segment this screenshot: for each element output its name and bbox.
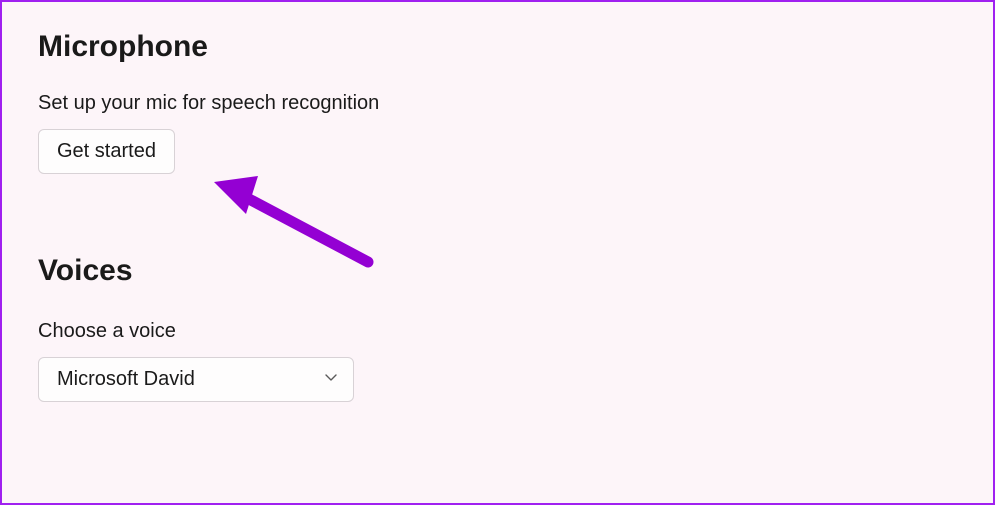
microphone-heading: Microphone (38, 30, 957, 64)
microphone-description: Set up your mic for speech recognition (38, 92, 957, 115)
voices-heading: Voices (38, 254, 957, 288)
get-started-button[interactable]: Get started (38, 129, 175, 174)
voice-dropdown-selected: Microsoft David (57, 368, 311, 391)
voice-dropdown[interactable]: Microsoft David (38, 357, 354, 402)
choose-voice-label: Choose a voice (38, 320, 957, 343)
chevron-down-icon (323, 368, 339, 391)
